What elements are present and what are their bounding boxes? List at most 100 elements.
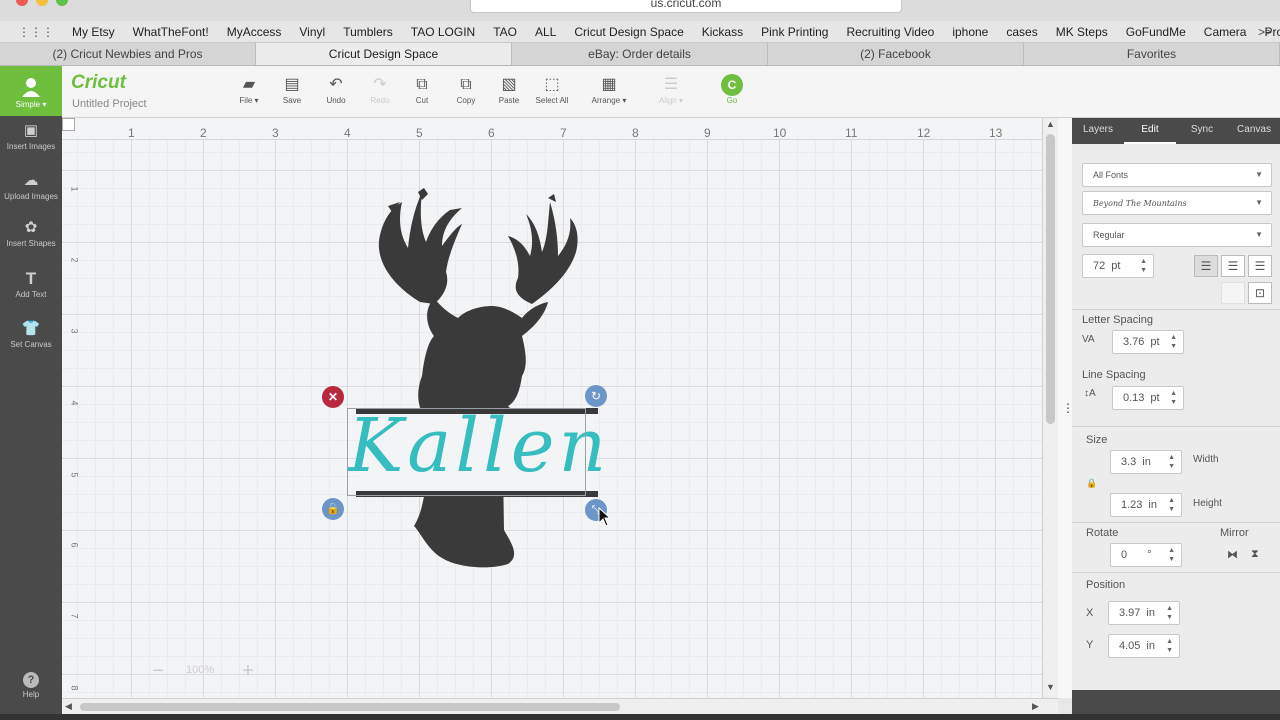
go-button[interactable]: C Go	[708, 74, 756, 105]
text-box-button[interactable]: ⊡	[1248, 282, 1272, 304]
line-spacing-field[interactable]: 0.13 pt ▲ ▼	[1112, 386, 1184, 410]
undo-button[interactable]: ↶ Undo	[312, 74, 360, 105]
scroll-left-arrow[interactable]: ◀	[65, 701, 72, 712]
font-style-select[interactable]: Regular ▼	[1082, 223, 1272, 247]
mirror-vertical-icon[interactable]: ⧗	[1251, 548, 1259, 561]
browser-tab[interactable]: Favorites	[1024, 43, 1280, 65]
align-menu-button[interactable]: ☰ Align ▾	[647, 74, 695, 105]
arrange-menu-button[interactable]: ▦ Arrange ▾	[585, 74, 633, 105]
bookmark[interactable]: MyAccess	[227, 25, 282, 39]
zoom-in-button[interactable]: +	[234, 658, 262, 686]
bookmark[interactable]: Cricut Design Space	[574, 25, 683, 39]
bookmark[interactable]: MK Steps	[1056, 25, 1108, 39]
bookmark[interactable]: Camera	[1204, 25, 1247, 39]
maximize-window-button[interactable]	[56, 0, 68, 6]
stepper-icon[interactable]: ▲ ▼	[1166, 637, 1173, 655]
rotate-handle[interactable]: ↻	[585, 385, 607, 407]
bookmark[interactable]: TAO	[493, 25, 517, 39]
align-center-button[interactable]: ☰	[1221, 255, 1245, 277]
horizontal-scroll-thumb[interactable]	[80, 703, 620, 711]
bookmark[interactable]: Tumblers	[343, 25, 393, 39]
bookmark[interactable]: iphone	[952, 25, 988, 39]
file-menu-button[interactable]: ▰ File ▾	[225, 74, 273, 105]
save-button[interactable]: ▤ Save	[268, 74, 316, 105]
image-icon: ▣	[23, 122, 39, 139]
rotate-label: Rotate	[1086, 527, 1119, 539]
set-canvas-button[interactable]: 👕 Set Canvas	[0, 320, 62, 349]
bookmark[interactable]: GoFundMe	[1126, 25, 1186, 39]
browser-tab[interactable]: (2) Facebook	[768, 43, 1024, 65]
apps-grid-icon[interactable]: ⋮⋮⋮	[18, 25, 54, 39]
align-right-button[interactable]: ☰	[1248, 255, 1272, 277]
tab-layers[interactable]: Layers	[1072, 118, 1124, 144]
canvas-horizontal-scrollbar[interactable]: ◀ ▶	[62, 698, 1058, 714]
stepper-icon[interactable]: ▲ ▼	[1170, 389, 1177, 407]
set-canvas-label: Set Canvas	[10, 340, 52, 349]
url-bar[interactable]: us.cricut.com	[470, 0, 902, 13]
design-canvas[interactable]: 1 2 3 4 5 6 7 8 9 10 11 12 13 1 2 3 4 5 …	[62, 118, 1042, 698]
paste-button[interactable]: ▧ Paste	[485, 74, 533, 105]
browser-tab-active[interactable]: Cricut Design Space	[256, 43, 512, 65]
minimize-window-button[interactable]	[36, 0, 48, 6]
scroll-right-arrow[interactable]: ▶	[1032, 701, 1039, 712]
more-bookmarks-button[interactable]: >>	[1258, 25, 1272, 39]
tab-edit[interactable]: Edit	[1124, 118, 1176, 144]
font-name-select[interactable]: Beyond The Mountains ▼	[1082, 191, 1272, 215]
ruler-tick-label: 10	[773, 126, 787, 140]
x-position-field[interactable]: 3.97 in ▲ ▼	[1108, 601, 1180, 625]
stepper-icon[interactable]: ▲ ▼	[1140, 257, 1147, 275]
font-filter-select[interactable]: All Fonts ▼	[1082, 163, 1272, 187]
height-field[interactable]: 1.23 in ▲ ▼	[1110, 493, 1182, 517]
blank-option-button[interactable]	[1221, 282, 1245, 304]
bookmark[interactable]: Recruiting Video	[846, 25, 934, 39]
close-window-button[interactable]	[16, 0, 28, 6]
project-name[interactable]: Untitled Project	[72, 98, 147, 110]
browser-tab[interactable]: eBay: Order details	[512, 43, 768, 65]
stepper-icon[interactable]: ▲ ▼	[1168, 546, 1175, 564]
font-size-field[interactable]: 72 pt ▲ ▼	[1082, 254, 1154, 278]
stepper-icon[interactable]: ▲ ▼	[1170, 333, 1177, 351]
bookmark[interactable]: Vinyl	[299, 25, 325, 39]
y-position-field[interactable]: 4.05 in ▲ ▼	[1108, 634, 1180, 658]
delete-handle[interactable]: ✕	[322, 386, 344, 408]
add-text-button[interactable]: T Add Text	[0, 270, 62, 300]
stepper-icon[interactable]: ▲ ▼	[1168, 496, 1175, 514]
panel-splitter[interactable]: ⋮	[1058, 118, 1074, 698]
panel-divider	[1072, 572, 1280, 573]
scroll-down-arrow[interactable]: ▼	[1046, 682, 1055, 692]
scroll-up-arrow[interactable]: ▲	[1046, 119, 1055, 129]
bookmark[interactable]: ALL	[535, 25, 556, 39]
bookmark[interactable]: Kickass	[702, 25, 743, 39]
simple-mode-button[interactable]: Simple ▾	[0, 66, 62, 116]
bookmark[interactable]: My Etsy	[72, 25, 115, 39]
upload-images-button[interactable]: ☁ Upload Images	[0, 172, 62, 201]
stepper-icon[interactable]: ▲ ▼	[1168, 453, 1175, 471]
bookmark[interactable]: Pink Printing	[761, 25, 828, 39]
rotate-field[interactable]: 0 ° ▲ ▼	[1110, 543, 1182, 567]
insert-images-button[interactable]: ▣ Insert Images	[0, 122, 62, 151]
cut-button[interactable]: ⧉ Cut	[398, 74, 446, 105]
tab-canvas[interactable]: Canvas	[1228, 118, 1280, 144]
copy-button[interactable]: ⧉ Copy	[442, 74, 490, 105]
tab-sync[interactable]: Sync	[1176, 118, 1228, 144]
insert-shapes-button[interactable]: ✿ Insert Shapes	[0, 219, 62, 248]
stepper-icon[interactable]: ▲ ▼	[1166, 604, 1173, 622]
align-left-button[interactable]: ☰	[1194, 255, 1218, 277]
canvas-vertical-scrollbar[interactable]: ▲ ▼	[1042, 118, 1058, 698]
width-field[interactable]: 3.3 in ▲ ▼	[1110, 450, 1182, 474]
redo-button[interactable]: ↷ Redo	[356, 74, 404, 105]
bookmark[interactable]: WhatTheFont!	[133, 25, 209, 39]
vertical-scroll-thumb[interactable]	[1046, 134, 1055, 424]
bookmark[interactable]: TAO LOGIN	[411, 25, 475, 39]
letter-spacing-field[interactable]: 3.76 pt ▲ ▼	[1112, 330, 1184, 354]
bookmark[interactable]: cases	[1006, 25, 1037, 39]
select-all-button[interactable]: ⬚ Select All	[528, 74, 576, 105]
lock-handle[interactable]: 🔒	[322, 498, 344, 520]
lock-aspect-icon[interactable]: 🔒	[1086, 478, 1097, 489]
browser-tab[interactable]: (2) Cricut Newbies and Pros	[0, 43, 256, 65]
deer-head-image[interactable]	[362, 180, 602, 570]
help-button[interactable]: ? Help	[0, 672, 62, 699]
mirror-horizontal-icon[interactable]: ⧓	[1227, 548, 1238, 561]
ruler-left-tick-label: 3	[69, 328, 80, 334]
zoom-out-button[interactable]: −	[144, 658, 172, 686]
